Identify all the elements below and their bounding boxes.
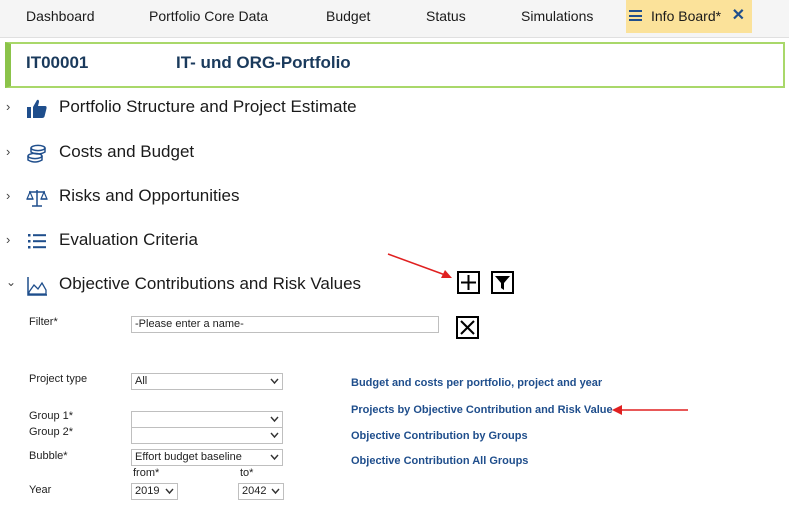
thumbs-up-icon: [27, 99, 47, 118]
chevron-down-icon: [270, 416, 279, 423]
section-portfolio-structure[interactable]: › Portfolio Structure and Project Estima…: [0, 95, 450, 125]
chevron-down-icon: [165, 488, 174, 495]
report-link-objective-by-groups[interactable]: Objective Contribution by Groups: [351, 430, 528, 442]
project-type-select[interactable]: All: [131, 373, 283, 390]
report-link-projects-by-objective[interactable]: Projects by Objective Contribution and R…: [351, 404, 613, 416]
tab-bar: Dashboard Portfolio Core Data Budget Sta…: [0, 0, 789, 38]
chevron-down-icon: [270, 454, 279, 461]
plus-icon: [461, 275, 476, 290]
chevron-down-icon: [270, 432, 279, 439]
portfolio-header: IT00001 IT- und ORG-Portfolio: [5, 42, 785, 88]
tab-info-board-label: Info Board*: [651, 8, 722, 24]
tab-dashboard[interactable]: Dashboard: [26, 0, 95, 33]
chevron-right-icon[interactable]: ›: [6, 144, 10, 159]
section-evaluation-criteria[interactable]: › Evaluation Criteria: [0, 228, 450, 258]
from-label: from*: [133, 467, 160, 479]
project-type-value: All: [135, 375, 148, 387]
year-to-value: 2042: [242, 485, 267, 497]
tab-budget[interactable]: Budget: [326, 0, 370, 33]
chevron-right-icon[interactable]: ›: [6, 232, 10, 247]
section-label: Objective Contributions and Risk Values: [59, 274, 362, 293]
tab-status[interactable]: Status: [426, 0, 466, 33]
clear-filter-button[interactable]: [456, 316, 479, 339]
area-chart-icon: [27, 277, 47, 296]
add-button[interactable]: [457, 271, 480, 294]
annotation-arrow-icon: [612, 405, 688, 415]
chevron-down-icon: [270, 378, 279, 385]
close-icon: [460, 320, 475, 335]
chevron-right-icon[interactable]: ›: [6, 188, 10, 203]
year-to-select[interactable]: 2042: [238, 483, 284, 500]
section-label: Costs and Budget: [59, 142, 195, 161]
annotation-arrow-icon: [387, 253, 452, 278]
filter-input[interactable]: -Please enter a name-: [131, 316, 439, 333]
portfolio-name: IT- und ORG-Portfolio: [176, 53, 351, 72]
section-label: Evaluation Criteria: [59, 230, 198, 249]
portfolio-code: IT00001: [26, 53, 89, 72]
funnel-icon: [495, 276, 510, 290]
tab-portfolio-core-data[interactable]: Portfolio Core Data: [149, 0, 268, 33]
group2-select[interactable]: [131, 427, 283, 444]
section-label: Risks and Opportunities: [59, 186, 240, 205]
year-from-select[interactable]: 2019: [131, 483, 178, 500]
group1-select[interactable]: [131, 411, 283, 428]
section-objective-contributions[interactable]: ⌄ Objective Contributions and Risk Value…: [0, 272, 450, 302]
bubble-select[interactable]: Effort budget baseline: [131, 449, 283, 466]
close-icon[interactable]: ✕: [732, 0, 745, 32]
filter-button[interactable]: [491, 271, 514, 294]
scale-icon: [26, 190, 48, 207]
section-risks-opportunities[interactable]: › Risks and Opportunities: [0, 184, 450, 214]
chevron-down-icon[interactable]: ⌄: [6, 275, 16, 289]
year-label: Year: [29, 484, 52, 496]
coins-icon: [27, 144, 46, 163]
report-link-budget-costs[interactable]: Budget and costs per portfolio, project …: [351, 377, 602, 389]
report-link-objective-all-groups[interactable]: Objective Contribution All Groups: [351, 455, 528, 467]
section-label: Portfolio Structure and Project Estimate: [59, 97, 357, 116]
numbered-list-icon: [28, 234, 46, 249]
menu-icon[interactable]: [629, 10, 642, 21]
filter-label: Filter*: [29, 316, 58, 328]
bubble-label: Bubble*: [29, 450, 68, 462]
bubble-value: Effort budget baseline: [135, 451, 242, 463]
project-type-label: Project type: [29, 373, 88, 385]
section-costs-budget[interactable]: › Costs and Budget: [0, 140, 450, 170]
tab-info-board[interactable]: Info Board* ✕: [626, 0, 752, 33]
tab-simulations[interactable]: Simulations: [521, 0, 593, 33]
to-label: to*: [240, 467, 254, 479]
year-from-value: 2019: [135, 485, 160, 497]
group2-label: Group 2*: [29, 426, 74, 438]
chevron-down-icon: [271, 488, 280, 495]
chevron-right-icon[interactable]: ›: [6, 99, 10, 114]
group1-label: Group 1*: [29, 410, 74, 422]
